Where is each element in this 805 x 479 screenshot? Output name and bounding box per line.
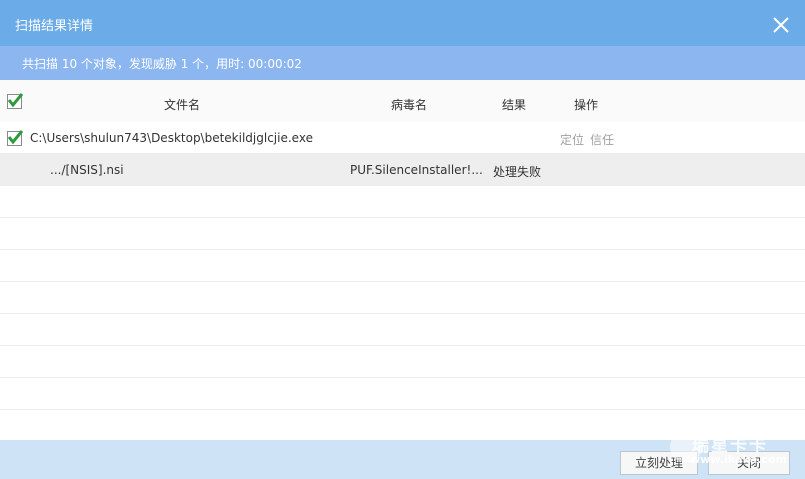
close-button[interactable]: 关闭 bbox=[708, 451, 790, 475]
table-header: 文件名 病毒名 结果 操作 bbox=[0, 80, 805, 123]
empty-row bbox=[0, 378, 805, 410]
empty-row bbox=[0, 218, 805, 250]
empty-row bbox=[0, 346, 805, 378]
dialog-footer: 立刻处理 关闭 bbox=[0, 440, 805, 479]
row-result: 处理失败 bbox=[493, 165, 542, 179]
column-header-filename: 文件名 bbox=[164, 98, 201, 112]
scan-result-dialog: 扫描结果详情 共扫描 10 个对象，发现威胁 1 个，用时: 00:00:02 … bbox=[0, 0, 805, 479]
row-checkbox[interactable] bbox=[7, 130, 23, 146]
column-header-virus: 病毒名 bbox=[391, 98, 428, 112]
scan-summary-bar: 共扫描 10 个对象，发现威胁 1 个，用时: 00:00:02 bbox=[0, 46, 805, 80]
result-list: C:\Users\shulun743\Desktop\betekildjglcj… bbox=[0, 122, 805, 442]
check-icon bbox=[7, 130, 23, 145]
column-header-action: 操作 bbox=[574, 98, 599, 112]
row-filename: C:\Users\shulun743\Desktop\betekildjglcj… bbox=[30, 131, 313, 145]
locate-link[interactable]: 定位 bbox=[560, 131, 584, 148]
check-icon bbox=[7, 93, 23, 108]
empty-row bbox=[0, 186, 805, 218]
row-virus-name: PUF.SilenceInstaller!... bbox=[350, 163, 483, 177]
empty-row bbox=[0, 250, 805, 282]
scan-summary-text: 共扫描 10 个对象，发现威胁 1 个，用时: 00:00:02 bbox=[22, 57, 302, 71]
title-bar: 扫描结果详情 bbox=[0, 0, 805, 46]
column-header-result: 结果 bbox=[502, 98, 527, 112]
table-row[interactable]: C:\Users\shulun743\Desktop\betekildjglcj… bbox=[0, 122, 805, 154]
select-all-checkbox[interactable] bbox=[7, 93, 23, 109]
process-now-button[interactable]: 立刻处理 bbox=[620, 451, 698, 475]
empty-row bbox=[0, 282, 805, 314]
dialog-title: 扫描结果详情 bbox=[15, 19, 94, 34]
close-icon[interactable] bbox=[771, 15, 791, 35]
empty-row bbox=[0, 410, 805, 442]
empty-row bbox=[0, 314, 805, 346]
row-filename: .../[NSIS].nsi bbox=[50, 163, 124, 177]
trust-link[interactable]: 信任 bbox=[590, 131, 614, 148]
table-row[interactable]: .../[NSIS].nsi PUF.SilenceInstaller!... … bbox=[0, 154, 805, 186]
